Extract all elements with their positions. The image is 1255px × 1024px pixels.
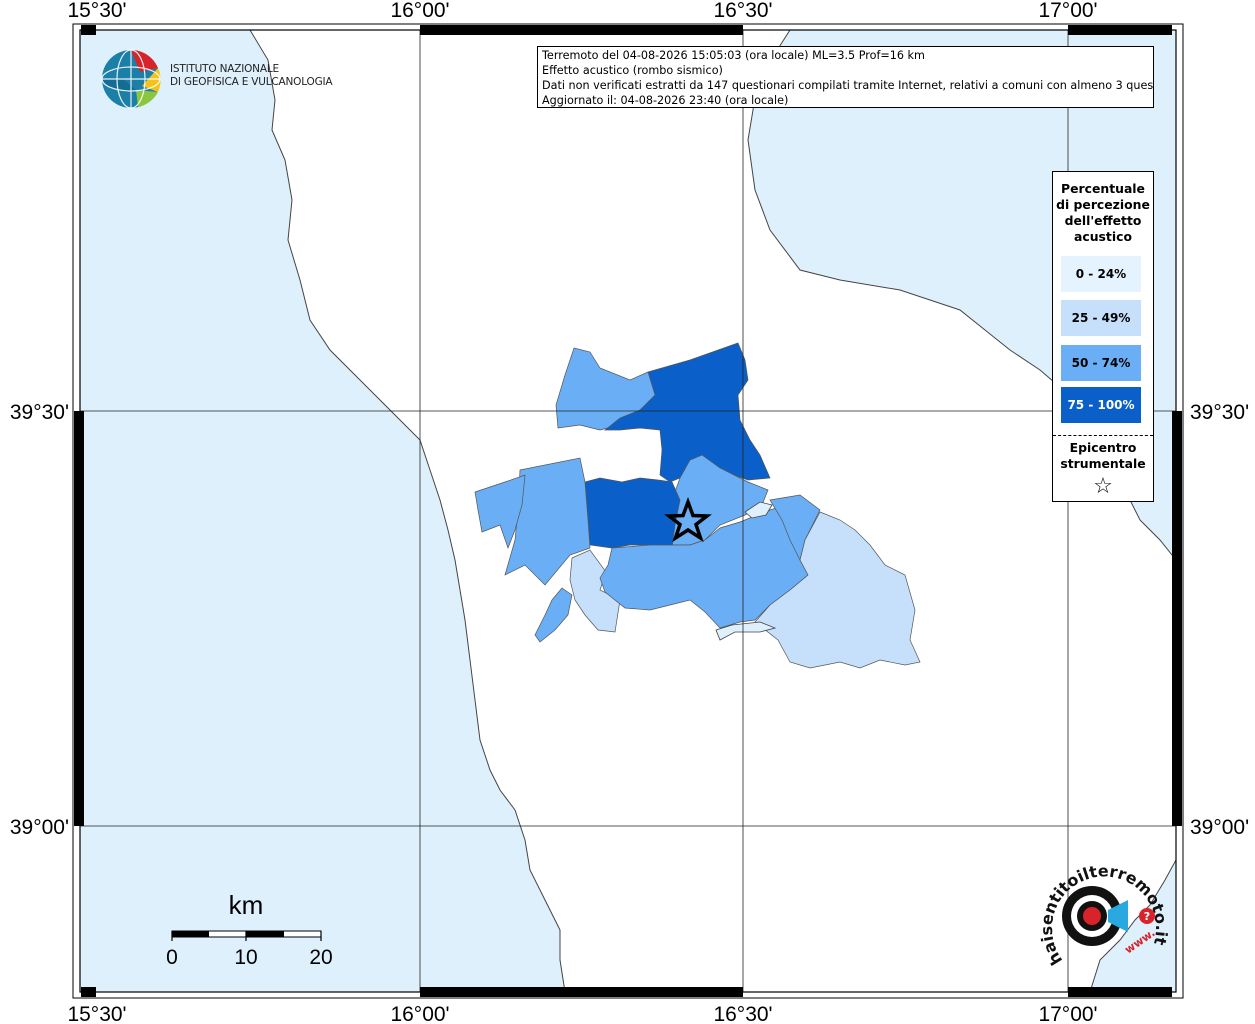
event-info-box: Terremoto del 04-08-2026 15:05:03 (ora l…	[537, 46, 1154, 108]
legend-epicenter-line2: strumentale	[1060, 456, 1146, 471]
legend-separator	[1053, 435, 1153, 436]
scale-label-20: 20	[309, 946, 332, 969]
muni-center[interactable]	[584, 477, 681, 549]
lon-label-1600-bottom: 16°00'	[390, 1003, 449, 1024]
legend-item-0-24: 0 - 24%	[1061, 256, 1141, 292]
legend-title-line4: acustico	[1074, 229, 1132, 244]
legend-title-line2: di percezione	[1056, 197, 1150, 212]
lon-label-1700-bottom: 17°00'	[1038, 1003, 1097, 1024]
scale-label-0: 0	[166, 946, 178, 969]
legend: Percentuale di percezione dell'effetto a…	[1052, 171, 1154, 502]
event-updated: Aggiornato il: 04-08-2026 23:40 (ora loc…	[542, 94, 789, 107]
svg-text:?: ?	[1144, 910, 1150, 923]
event-data-note: Dati non verificati estratti da 147 ques…	[542, 79, 1154, 92]
lat-label-3930-right: 39°30'	[1190, 401, 1249, 424]
ingv-logo-text: ISTITUTO NAZIONALE DI GEOFISICA E VULCAN…	[170, 63, 333, 89]
legend-item-25-49: 25 - 49%	[1061, 300, 1141, 336]
lon-labels-bottom: 15°30' 16°00' 16°30' 17°00'	[67, 1003, 1097, 1024]
haisentito-logo: haisentitoilterremoto.it ? www.	[1037, 861, 1170, 968]
ingv-line1: ISTITUTO NAZIONALE	[170, 63, 279, 75]
lon-label-1600-top: 16°00'	[390, 0, 449, 22]
legend-title-line1: Percentuale	[1061, 181, 1145, 196]
lon-label-1630-bottom: 16°30'	[713, 1003, 772, 1024]
scale-label-10: 10	[234, 946, 257, 969]
legend-item-50-74: 50 - 74%	[1061, 345, 1141, 381]
lat-label-3930-left: 39°30'	[10, 401, 69, 424]
ingv-globe-icon	[101, 49, 161, 109]
legend-title: Percentuale di percezione dell'effetto a…	[1053, 181, 1153, 245]
lon-labels-top: 15°30' 16°00' 16°30' 17°00'	[67, 0, 1097, 22]
event-title: Terremoto del 04-08-2026 15:05:03 (ora l…	[542, 49, 925, 62]
ingv-logo: ISTITUTO NAZIONALE DI GEOFISICA E VULCAN…	[100, 48, 340, 110]
legend-item-75-100: 75 - 100%	[1061, 387, 1141, 423]
ingv-line2: DI GEOFISICA E VULCANOLOGIA	[170, 76, 333, 88]
lon-label-1530-top: 15°30'	[67, 0, 126, 22]
lon-label-1700-top: 17°00'	[1038, 0, 1097, 22]
lon-label-1530-bottom: 15°30'	[67, 1003, 126, 1024]
legend-epicenter: Epicentro strumentale ☆	[1053, 440, 1153, 502]
event-effect: Effetto acustico (rombo sismico)	[542, 64, 723, 77]
lon-label-1630-top: 16°30'	[713, 0, 772, 22]
legend-title-line3: dell'effetto	[1064, 213, 1142, 228]
lat-label-3900-left: 39°00'	[10, 816, 69, 839]
lat-label-3900-right: 39°00'	[1190, 816, 1249, 839]
legend-star-icon: ☆	[1093, 474, 1113, 499]
legend-epicenter-line1: Epicentro	[1069, 440, 1137, 455]
scale-bar-unit: km	[229, 890, 264, 920]
